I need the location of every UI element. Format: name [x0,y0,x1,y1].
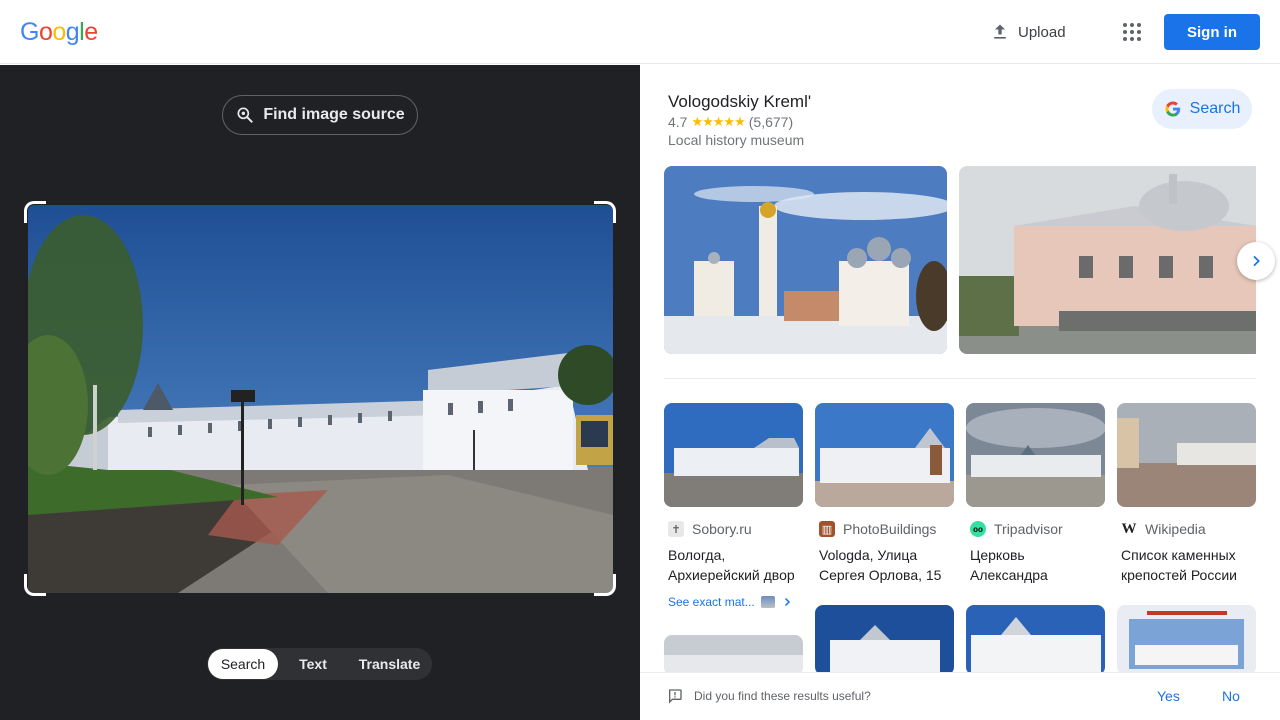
result-title-line: Церковь Александра Невского [970,547,1048,583]
feedback-question: Did you find these results useful? [694,689,871,703]
lens-search-icon [237,107,253,123]
visual-match-card[interactable] [815,605,954,675]
section-divider [664,378,1256,379]
place-photo[interactable] [959,166,1256,354]
chevron-right-icon [784,597,790,607]
crop-handle-top-right[interactable] [594,201,616,223]
logo-letter: G [20,18,39,46]
google-g-icon [1165,101,1180,117]
mode-switcher: Search Text Translate [207,648,432,680]
next-photo-button[interactable] [1237,242,1275,280]
query-image-panel: Find image source Search Text Translate [0,65,640,720]
result-thumbnail[interactable] [966,403,1105,507]
apps-grid-icon[interactable] [1118,18,1146,46]
result-source: Tripadvisor [994,521,1063,537]
results-panel: Vologodskiy Kreml' 4.7 ★★★★★ (5,677) Loc… [640,65,1280,720]
tab-text[interactable]: Text [278,649,348,679]
visual-match-card[interactable] [966,605,1105,675]
find-image-source-button[interactable]: Find image source [222,95,418,135]
tab-search[interactable]: Search [208,649,278,679]
result-title-line: Список каменных крепостей России [1121,547,1237,583]
upload-icon [994,24,1006,39]
feedback-no-button[interactable]: No [1222,688,1240,704]
crop-handle-top-left[interactable] [24,201,46,223]
google-logo[interactable]: Google [20,18,98,47]
result-thumbnail[interactable] [664,635,803,675]
result-thumbnail[interactable] [1117,403,1256,507]
place-type: Local history museum [668,132,805,148]
find-source-label: Find image source [263,106,405,123]
upload-label: Upload [1018,23,1066,41]
visual-match-card[interactable] [1117,605,1256,675]
tab-translate[interactable]: Translate [348,649,431,679]
result-thumbnail[interactable] [1117,605,1256,675]
logo-letter: o [52,18,66,46]
crop-handle-bottom-left[interactable] [24,574,46,596]
place-photo[interactable] [664,166,947,354]
result-thumbnail[interactable] [815,605,954,675]
visual-match-card[interactable]: oo Tripadvisor Церковь Александра Невско… [966,403,1105,585]
logo-letter: g [65,18,80,46]
see-exact-label: See exact mat... [668,595,755,609]
result-title-line: Vologda, Улица Сергея Орлова, 15 [819,547,942,583]
rating-value: 4.7 [668,114,688,130]
result-thumbnail[interactable] [815,403,954,507]
tripadvisor-favicon-icon: oo [970,521,986,537]
visual-match-card[interactable]: W Wikipedia Список каменных крепостей Ро… [1117,403,1256,585]
top-bar: Google Upload Sign in [0,0,1280,64]
exact-match-thumbnail [760,596,775,608]
place-title[interactable]: Vologodskiy Kreml' [668,92,811,112]
rating-stars-icon: ★★★★★ [691,114,745,129]
photobuildings-favicon-icon: ▥ [819,521,835,537]
crop-handle-bottom-right[interactable] [594,574,616,596]
result-thumbnail[interactable] [966,605,1105,675]
sign-in-button[interactable]: Sign in [1164,14,1260,50]
upload-button[interactable]: Upload [990,18,1066,46]
logo-letter: o [38,18,53,46]
feedback-yes-button[interactable]: Yes [1157,688,1180,704]
feedback-bar: Did you find these results useful? Yes N… [640,672,1280,720]
place-rating: 4.7 ★★★★★ (5,677) [668,114,793,130]
visual-match-card[interactable]: ✝ Sobory.ru Вологда, Архиерейский двор [664,403,803,585]
visual-match-card[interactable]: ▥ PhotoBuildings Vologda, Улица Сергея О… [815,403,954,585]
chevron-right-icon [1253,255,1260,267]
logo-letter: e [84,18,98,46]
result-title-line: Вологда, Архиерейский двор [668,547,795,583]
result-thumbnail[interactable] [664,403,803,507]
visual-match-card[interactable] [664,635,803,675]
search-place-label: Search [1189,100,1241,117]
review-count[interactable]: (5,677) [749,114,793,130]
result-source: PhotoBuildings [843,521,937,537]
feedback-icon [668,689,682,704]
wikipedia-favicon-icon: W [1121,520,1137,537]
result-source: Wikipedia [1145,521,1206,537]
result-source: Sobory.ru [692,521,752,537]
search-place-button[interactable]: Search [1152,89,1252,129]
query-image[interactable] [28,205,613,593]
see-exact-matches-link[interactable]: See exact mat... [668,595,793,609]
sobory-favicon-icon: ✝ [668,521,684,537]
